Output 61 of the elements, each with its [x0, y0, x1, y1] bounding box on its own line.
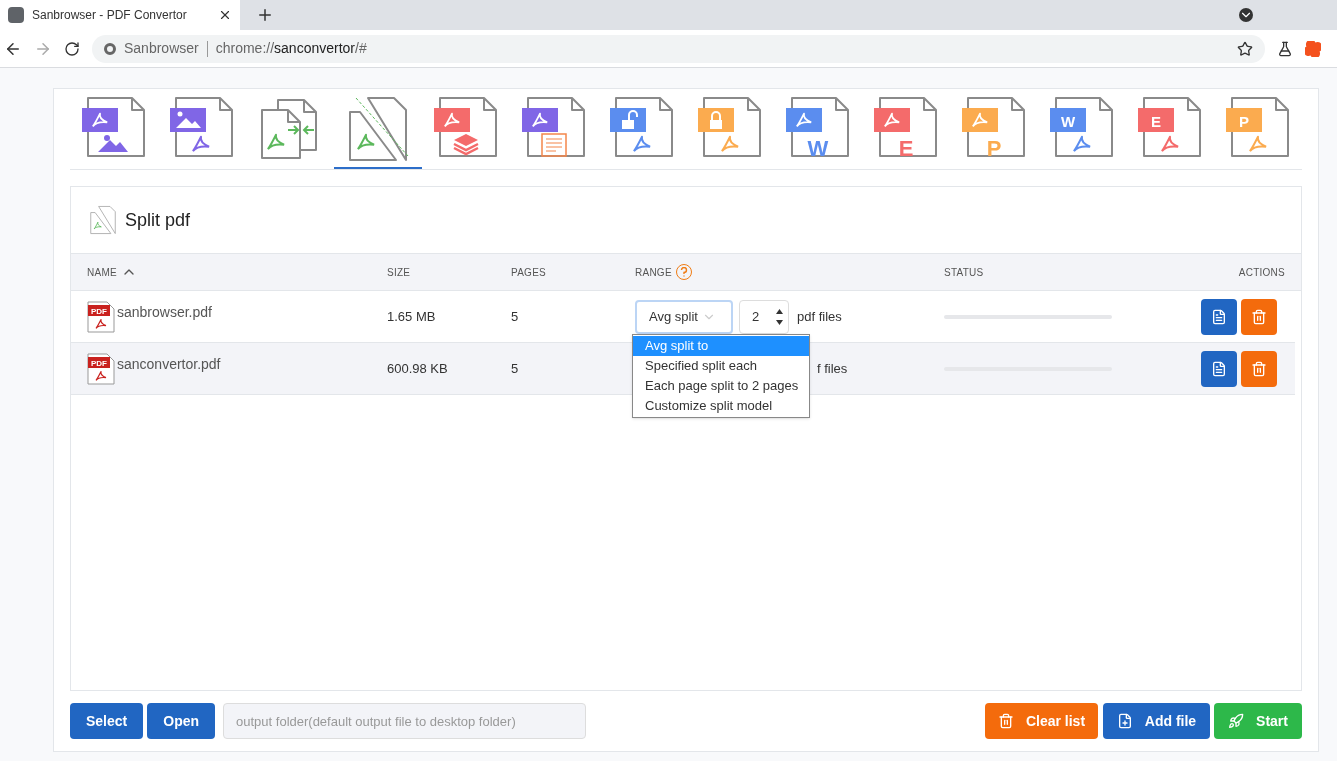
column-header: PAGES — [511, 265, 546, 280]
menu-option[interactable]: Specified split each — [633, 356, 809, 376]
add-file-button[interactable]: Add file — [1103, 703, 1210, 739]
url-text: chrome://sanconvertor/# — [215, 39, 368, 58]
address-bar[interactable]: Sanbrowser chrome://sanconvertor/# — [92, 34, 1265, 63]
trash-icon — [1251, 360, 1267, 377]
reload-icon[interactable] — [64, 40, 80, 57]
menu-option[interactable]: Avg split to — [633, 336, 809, 356]
flask-icon[interactable] — [1277, 40, 1293, 57]
column-header: ACTIONS — [1238, 265, 1285, 280]
file-size: 600.98 KB — [387, 359, 449, 378]
view-file-button[interactable] — [1201, 298, 1237, 335]
tab-search-icon[interactable] — [1239, 8, 1253, 22]
column-header: NAME — [87, 265, 117, 280]
file-name: sanconvertor.pdf — [117, 355, 221, 374]
menu-option[interactable]: Each page split to 2 pages — [633, 376, 809, 396]
close-icon[interactable] — [218, 8, 232, 22]
file-size: 1.65 MB — [387, 307, 437, 326]
column-header: RANGE — [635, 265, 672, 280]
file-count-field[interactable]: 2 — [739, 299, 789, 334]
file-icon — [346, 96, 410, 162]
tool-tab[interactable]: E — [862, 95, 950, 169]
decrement-icon[interactable] — [776, 319, 783, 325]
tool-tab[interactable]: W — [1038, 95, 1126, 169]
new-tab-icon[interactable] — [256, 6, 274, 24]
file-plus-icon — [1116, 713, 1133, 729]
tool-tab[interactable] — [334, 95, 422, 169]
tool-tab[interactable]: E — [1126, 95, 1214, 169]
column-header: SIZE — [387, 265, 411, 280]
document-icon — [1211, 308, 1227, 325]
range-suffix: pdf files — [797, 307, 842, 326]
bookmark-star-icon[interactable] — [1237, 40, 1253, 57]
split-pdf-icon — [89, 203, 117, 237]
site-name: Sanbrowser — [124, 39, 199, 58]
view-file-button[interactable] — [1201, 350, 1237, 387]
tool-tab[interactable]: W — [774, 95, 862, 169]
rocket-icon — [1228, 713, 1245, 729]
increment-icon[interactable] — [776, 308, 783, 314]
trash-icon — [1251, 308, 1267, 325]
page-count: 5 — [511, 307, 520, 326]
tab-title: Sanbrowser - PDF Convertor — [32, 7, 188, 24]
site-info-icon — [104, 42, 116, 55]
pdf-file-icon: PDF — [87, 352, 115, 385]
open-button[interactable]: Open — [147, 703, 216, 739]
document-icon — [1211, 360, 1227, 377]
delete-button[interactable] — [1241, 350, 1277, 387]
pdf-file-icon: PDF — [87, 300, 115, 333]
menu-option[interactable]: Customize split model — [633, 396, 809, 416]
panel-title: Split pdf — [125, 208, 191, 232]
page-count: 5 — [511, 359, 520, 378]
column-header: STATUS — [944, 265, 984, 280]
favicon-icon — [8, 7, 24, 23]
split-mode-select[interactable]: Avg split — [635, 299, 733, 334]
select-button[interactable]: Select — [70, 703, 144, 739]
file-name: sanbrowser.pdf — [117, 303, 212, 322]
output-folder-field[interactable]: output folder(default output file to desktop folder) — [223, 703, 587, 739]
trash-icon — [997, 713, 1014, 729]
browser-tab[interactable]: Sanbrowser - PDF Convertor — [0, 0, 240, 30]
range-suffix: f files — [817, 359, 848, 378]
clear-list-button[interactable]: Clear list — [985, 703, 1098, 739]
delete-button[interactable] — [1241, 298, 1277, 335]
